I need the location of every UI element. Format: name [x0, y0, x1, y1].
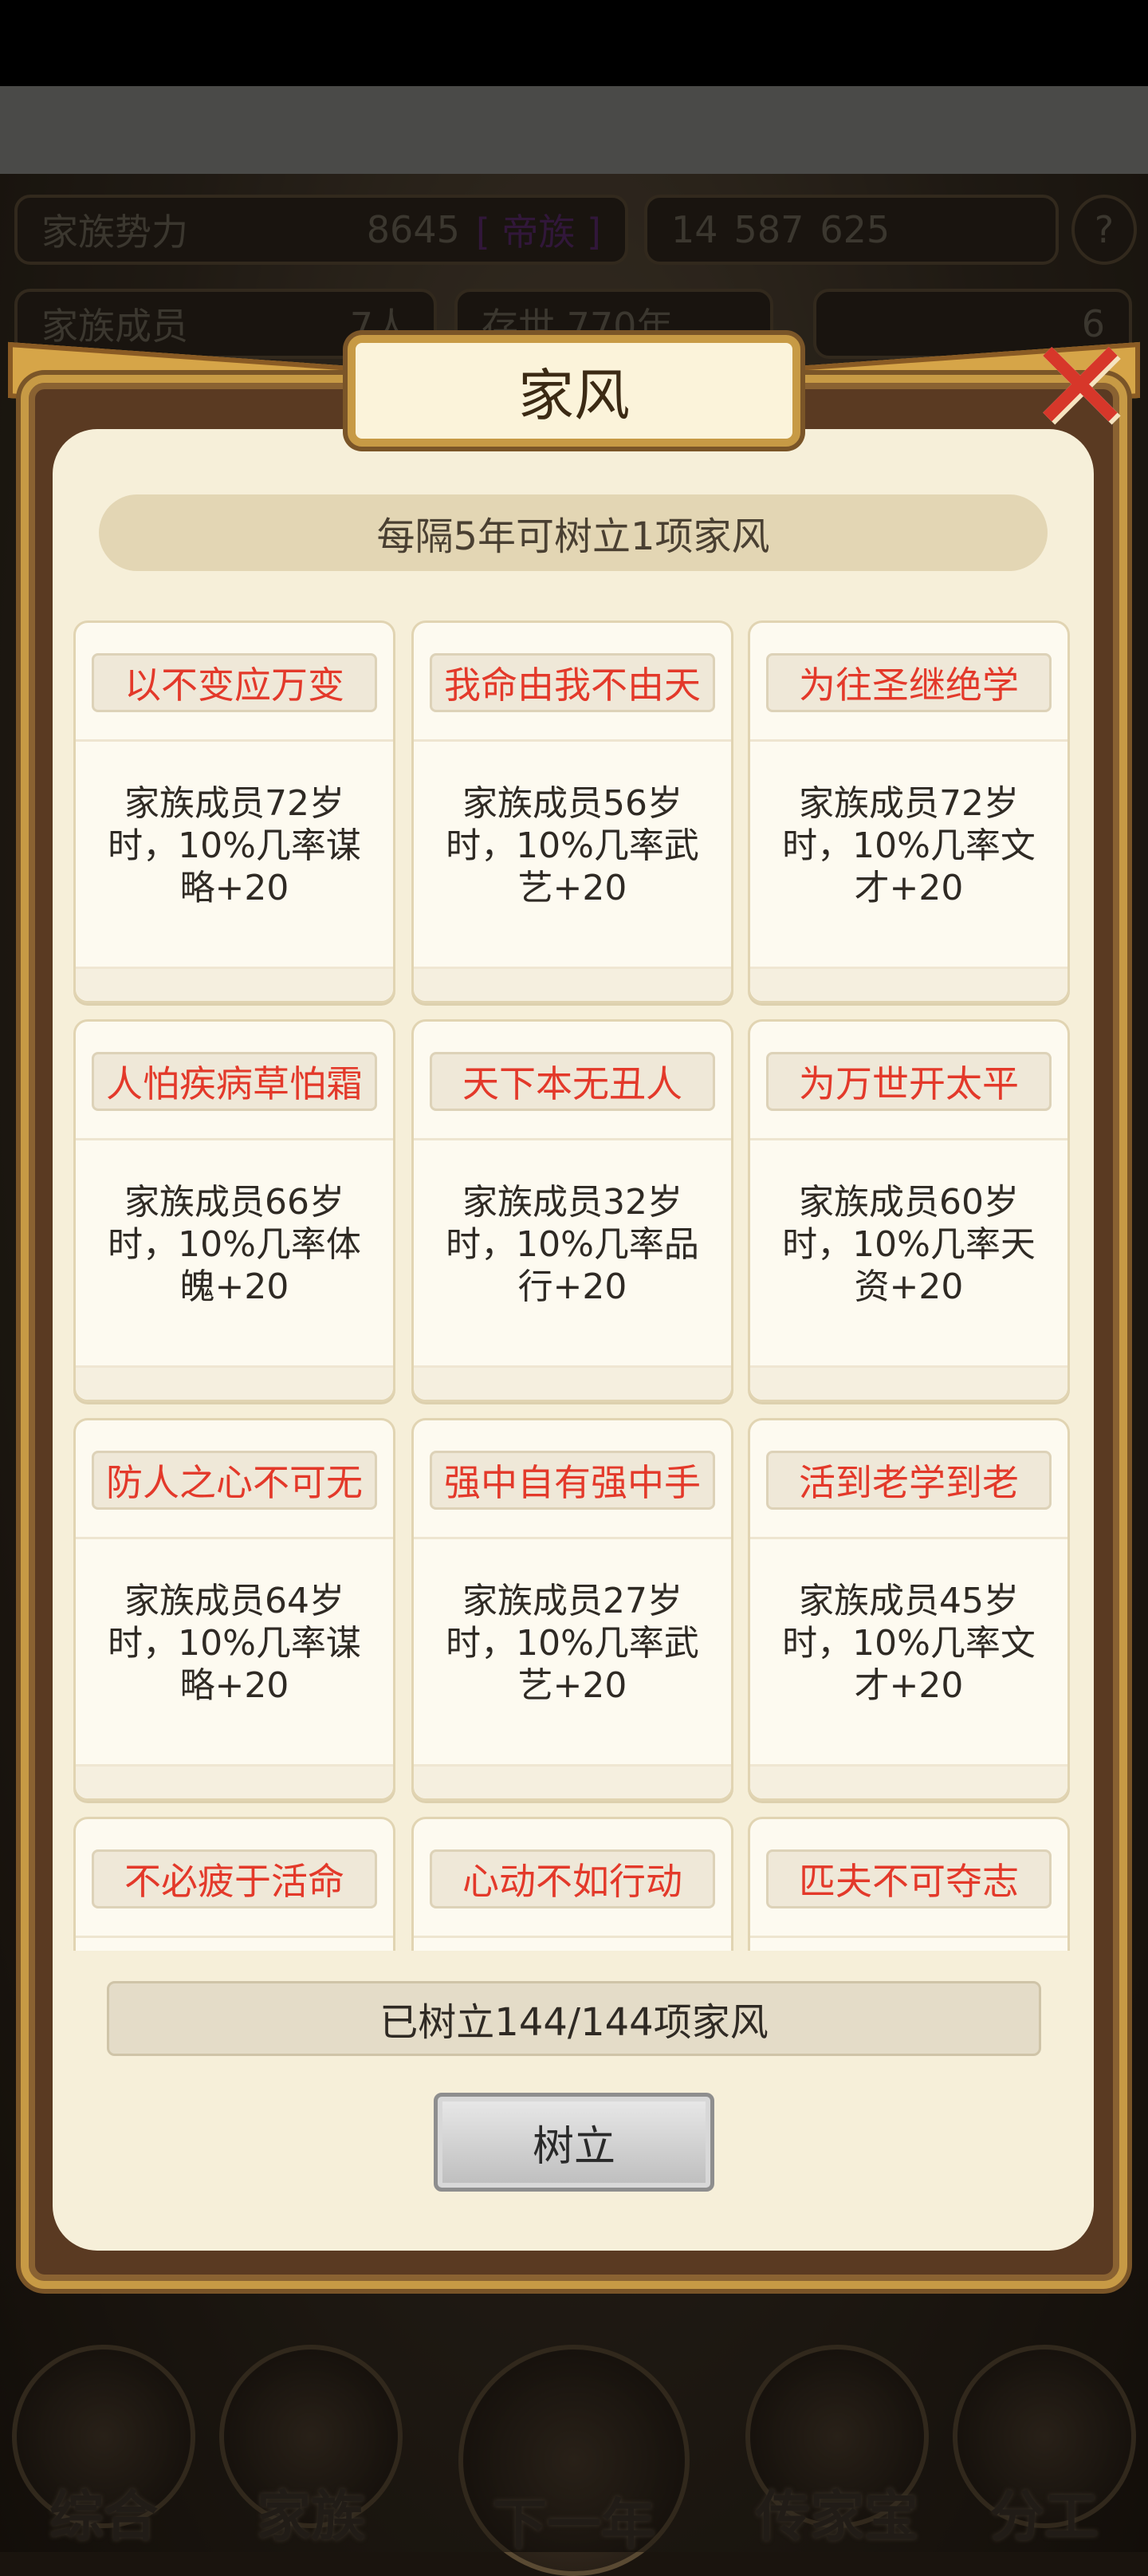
family-style-card[interactable]: 防人之心不可无 家族成员64岁时，10%几率谋略+20 [73, 1418, 395, 1801]
family-style-card[interactable]: 人怕疾病草怕霜 家族成员66岁时，10%几率体魄+20 [73, 1019, 395, 1402]
card-title: 心动不如行动 [430, 1849, 715, 1908]
card-description: 家族成员45岁时，10%几率文才+20 [782, 1581, 1036, 1706]
card-title: 强中自有强中手 [430, 1451, 715, 1510]
family-style-card[interactable]: 为往圣继绝学 家族成员72岁时，10%几率文才+20 [748, 620, 1070, 1003]
top-strip [0, 86, 1148, 174]
card-title: 为万世开太平 [766, 1052, 1052, 1111]
family-style-card[interactable]: 强中自有强中手 家族成员27岁时，10%几率武艺+20 [411, 1418, 733, 1801]
family-style-card[interactable]: 心动不如行动 [411, 1817, 733, 1951]
card-divider [76, 1537, 393, 1539]
card-divider [414, 739, 731, 742]
card-description: 家族成员32岁时，10%几率品行+20 [446, 1182, 699, 1307]
card-footer [414, 967, 731, 1001]
card-title: 人怕疾病草怕霜 [92, 1052, 377, 1111]
card-divider [76, 739, 393, 742]
card-divider [750, 1138, 1067, 1140]
family-style-card[interactable]: 我命由我不由天 家族成员56岁时，10%几率武艺+20 [411, 620, 733, 1003]
card-divider [750, 1936, 1067, 1938]
card-description: 家族成员66岁时，10%几率体魄+20 [108, 1182, 361, 1307]
family-style-card[interactable]: 匹夫不可夺志 [748, 1817, 1070, 1951]
status-bar [0, 0, 1148, 86]
card-title: 活到老学到老 [766, 1451, 1052, 1510]
card-footer [750, 1365, 1067, 1400]
card-title: 防人之心不可无 [92, 1451, 377, 1510]
family-style-grid[interactable]: 以不变应万变 家族成员72岁时，10%几率谋略+20 我命由我不由天 家族成员5… [73, 620, 1075, 1951]
card-title: 以不变应万变 [92, 653, 377, 712]
card-title: 我命由我不由天 [430, 653, 715, 712]
card-footer [414, 1764, 731, 1798]
family-style-card[interactable]: 天下本无丑人 家族成员32岁时，10%几率品行+20 [411, 1019, 733, 1402]
close-icon[interactable]: ✕ [1027, 323, 1134, 451]
dialog-title: 家风 [348, 335, 800, 447]
card-divider [750, 739, 1067, 742]
established-count: 已树立144/144项家风 [107, 1981, 1041, 2056]
card-description: 家族成员72岁时，10%几率谋略+20 [108, 783, 361, 908]
establish-button[interactable]: 树立 [434, 2093, 714, 2192]
card-divider [414, 1936, 731, 1938]
card-divider [76, 1936, 393, 1938]
card-title: 天下本无丑人 [430, 1052, 715, 1111]
card-description: 家族成员64岁时，10%几率谋略+20 [108, 1581, 361, 1706]
family-style-card[interactable]: 以不变应万变 家族成员72岁时，10%几率谋略+20 [73, 620, 395, 1003]
card-divider [750, 1537, 1067, 1539]
card-title: 匹夫不可夺志 [766, 1849, 1052, 1908]
card-footer [414, 1365, 731, 1400]
card-title: 不必疲于活命 [92, 1849, 377, 1908]
family-style-card[interactable]: 不必疲于活命 [73, 1817, 395, 1951]
card-footer [76, 1365, 393, 1400]
family-style-card[interactable]: 活到老学到老 家族成员45岁时，10%几率文才+20 [748, 1418, 1070, 1801]
card-description: 家族成员56岁时，10%几率武艺+20 [446, 783, 699, 908]
card-footer [750, 1764, 1067, 1798]
family-style-card[interactable]: 为万世开太平 家族成员60岁时，10%几率天资+20 [748, 1019, 1070, 1402]
card-footer [76, 967, 393, 1001]
card-description: 家族成员72岁时，10%几率文才+20 [782, 783, 1036, 908]
card-divider [414, 1537, 731, 1539]
card-divider [76, 1138, 393, 1140]
card-title: 为往圣继绝学 [766, 653, 1052, 712]
card-description: 家族成员60岁时，10%几率天资+20 [782, 1182, 1036, 1307]
rule-banner: 每隔5年可树立1项家风 [99, 494, 1048, 571]
card-footer [750, 967, 1067, 1001]
card-description: 家族成员27岁时，10%几率武艺+20 [446, 1581, 699, 1706]
card-footer [76, 1764, 393, 1798]
card-divider [414, 1138, 731, 1140]
